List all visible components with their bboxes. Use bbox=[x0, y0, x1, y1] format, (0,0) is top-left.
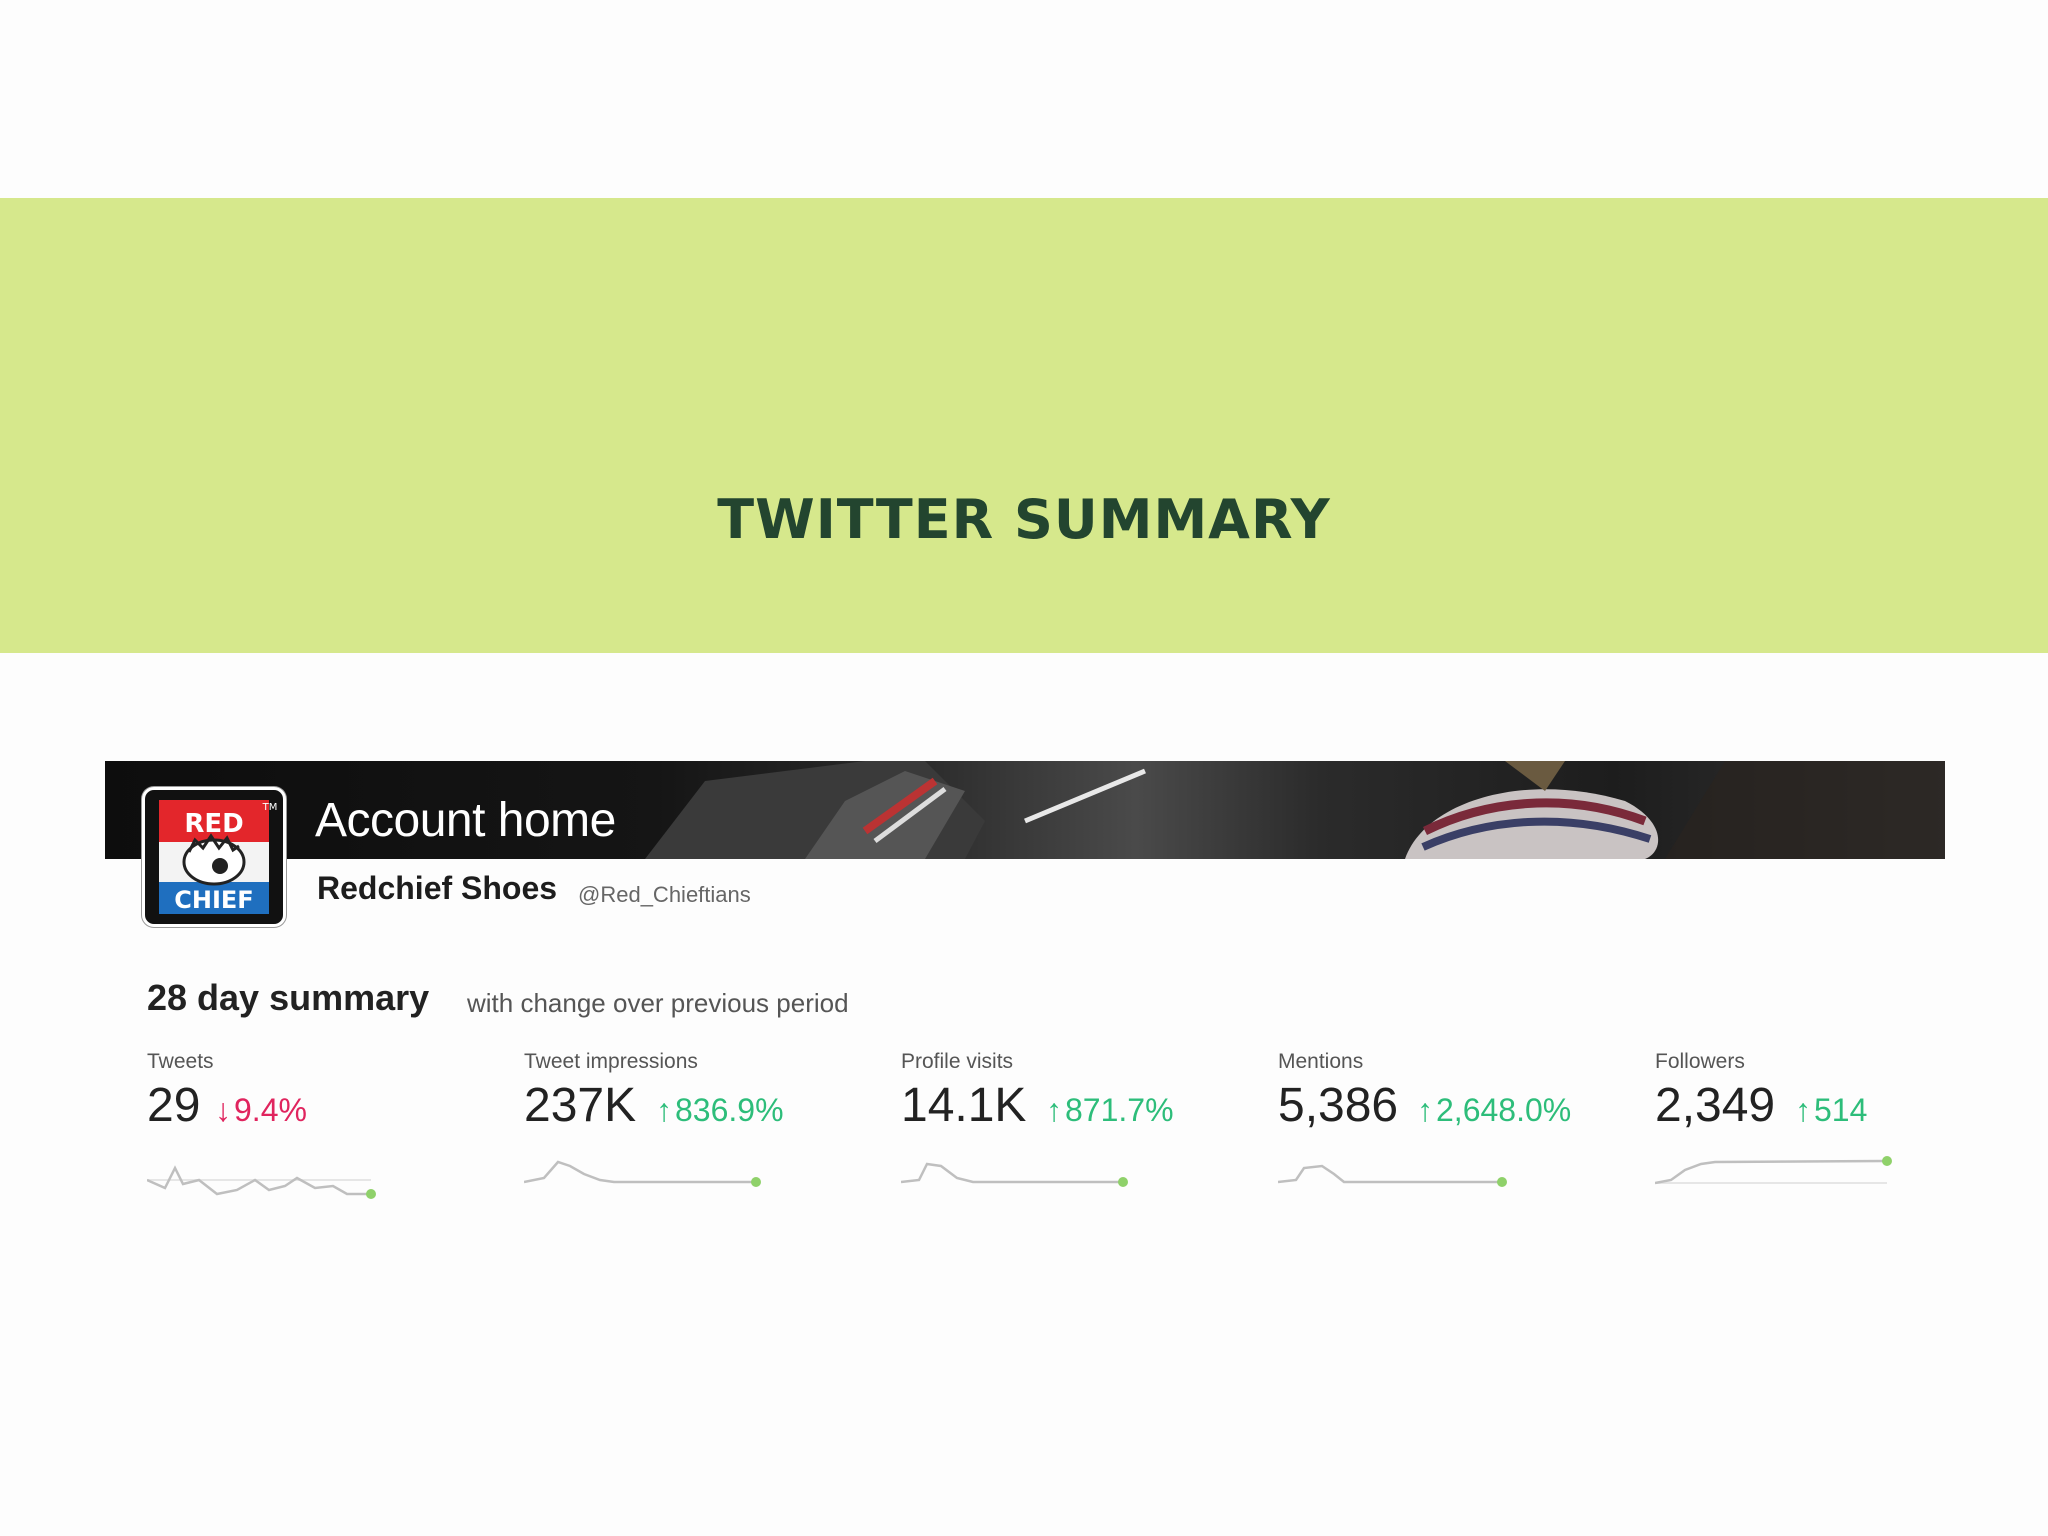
arrow-down-icon: ↓ bbox=[215, 1092, 231, 1128]
stat-tweet-impressions[interactable]: Tweet impressions 237K ↑836.9% bbox=[524, 1050, 884, 1210]
profile-handle[interactable]: @Red_Chieftians bbox=[578, 882, 751, 908]
stat-change: ↓9.4% bbox=[215, 1092, 307, 1128]
stat-label: Tweets bbox=[147, 1050, 214, 1073]
stat-label: Profile visits bbox=[901, 1050, 1014, 1073]
stat-value: 237K bbox=[524, 1079, 637, 1132]
profile-name[interactable]: Redchief Shoes bbox=[317, 870, 557, 907]
stat-change: ↑2,648.0% bbox=[1417, 1092, 1572, 1128]
arrow-up-icon: ↑ bbox=[1795, 1092, 1811, 1128]
brand-logo: RED CHIEF TM bbox=[142, 787, 286, 927]
slide-title: TWITTER SUMMARY bbox=[717, 488, 1331, 551]
sparkline bbox=[1278, 1164, 1507, 1187]
stat-label: Mentions bbox=[1278, 1050, 1364, 1073]
stat-value: 2,349 bbox=[1655, 1079, 1776, 1132]
stat-change: ↑836.9% bbox=[656, 1092, 784, 1128]
stat-label: Followers bbox=[1655, 1050, 1745, 1073]
stat-value: 29 bbox=[147, 1079, 201, 1132]
arrow-up-icon: ↑ bbox=[1046, 1092, 1062, 1128]
svg-text:TM: TM bbox=[262, 802, 278, 813]
account-home-heading: Account home bbox=[315, 794, 616, 847]
arrow-up-icon: ↑ bbox=[1417, 1092, 1433, 1128]
title-banner bbox=[0, 198, 2048, 653]
stat-profile-visits[interactable]: Profile visits 14.1K ↑871.7% bbox=[901, 1050, 1261, 1210]
stat-mentions[interactable]: Mentions 5,386 ↑2,648.0% bbox=[1278, 1050, 1638, 1210]
sparkline bbox=[147, 1165, 376, 1199]
stat-value: 5,386 bbox=[1278, 1079, 1399, 1132]
arrow-up-icon: ↑ bbox=[656, 1092, 672, 1128]
svg-text:CHIEF: CHIEF bbox=[174, 886, 253, 914]
summary-subtitle: with change over previous period bbox=[467, 988, 849, 1018]
svg-text:RED: RED bbox=[184, 809, 243, 839]
stat-label: Tweet impressions bbox=[524, 1050, 698, 1073]
stat-followers[interactable]: Followers 2,349 ↑514 bbox=[1655, 1050, 2015, 1210]
summary-title: 28 day summary bbox=[147, 977, 430, 1018]
stat-change: ↑871.7% bbox=[1046, 1092, 1174, 1128]
stat-change: ↑514 bbox=[1795, 1092, 1868, 1128]
sparkline bbox=[524, 1160, 761, 1187]
sparkline bbox=[901, 1162, 1128, 1187]
sparkline bbox=[1655, 1156, 1892, 1185]
stat-value: 14.1K bbox=[901, 1079, 1027, 1132]
stat-tweets[interactable]: Tweets 29 ↓9.4% bbox=[147, 1050, 507, 1210]
